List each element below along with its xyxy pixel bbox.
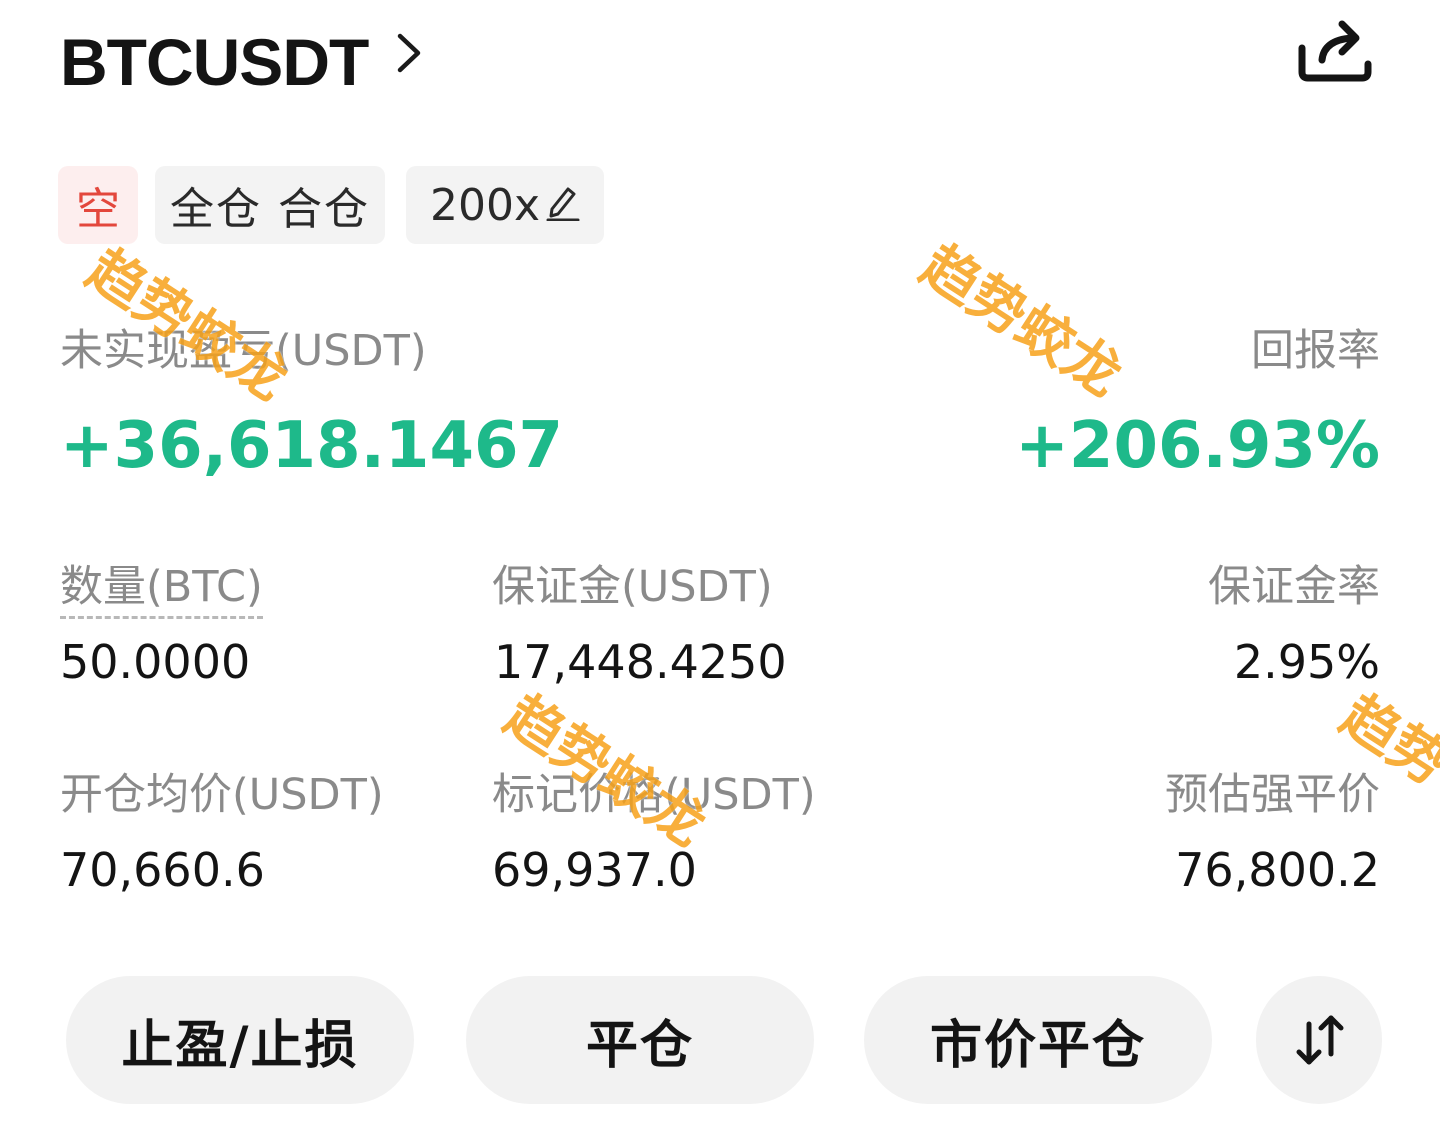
- close-position-button[interactable]: 平仓: [466, 976, 814, 1104]
- mark-price-label: 标记价格(USDT): [492, 770, 816, 820]
- share-icon[interactable]: [1296, 14, 1374, 84]
- pencil-icon[interactable]: [544, 181, 580, 221]
- roe-label: 回报率: [1251, 326, 1380, 376]
- quantity-label[interactable]: 数量(BTC): [60, 562, 263, 619]
- market-close-label: 市价平仓: [929, 1015, 1146, 1076]
- entry-price-value: 70,660.6: [60, 843, 265, 897]
- symbol-title[interactable]: BTCUSDT: [60, 22, 369, 102]
- roe-value: +206.93%: [1015, 409, 1380, 483]
- close-position-label: 平仓: [585, 1015, 694, 1076]
- leverage-label: 200x: [429, 179, 541, 231]
- margin-ratio-label: 保证金率: [1208, 562, 1380, 612]
- chevron-right-icon[interactable]: [388, 28, 428, 78]
- margin-mode-tag: 全仓 合仓: [155, 166, 385, 244]
- margin-value: 17,448.4250: [494, 635, 787, 689]
- unrealized-pnl-label: 未实现盈亏(USDT): [60, 326, 427, 376]
- quantity-value: 50.0000: [60, 635, 251, 689]
- quantity-label-text: 数量(BTC): [60, 562, 263, 619]
- watermark: 趋势蛟龙: [493, 682, 717, 860]
- entry-price-label: 开仓均价(USDT): [60, 770, 384, 820]
- side-label: 空: [76, 184, 120, 235]
- leverage-tag[interactable]: 200x: [406, 166, 604, 244]
- tp-sl-button[interactable]: 止盈/止损: [66, 976, 414, 1104]
- side-tag: 空: [58, 166, 138, 244]
- margin-ratio-value: 2.95%: [1233, 635, 1380, 689]
- watermark: 趋势蛟龙: [909, 232, 1133, 410]
- market-close-button[interactable]: 市价平仓: [864, 976, 1212, 1104]
- margin-label: 保证金(USDT): [492, 562, 773, 612]
- liquidation-price-value: 76,800.2: [1175, 843, 1380, 897]
- reverse-position-button[interactable]: [1256, 976, 1382, 1104]
- unrealized-pnl-value: +36,618.1467: [60, 409, 564, 483]
- swap-arrows-icon: [1296, 1015, 1344, 1065]
- liquidation-price-label: 预估强平价: [1165, 770, 1380, 820]
- tp-sl-label: 止盈/止损: [121, 1015, 359, 1076]
- watermark: 趋势蛟龙: [75, 236, 299, 414]
- mark-price-value: 69,937.0: [492, 843, 697, 897]
- margin-mode-label: 全仓 合仓: [170, 184, 370, 235]
